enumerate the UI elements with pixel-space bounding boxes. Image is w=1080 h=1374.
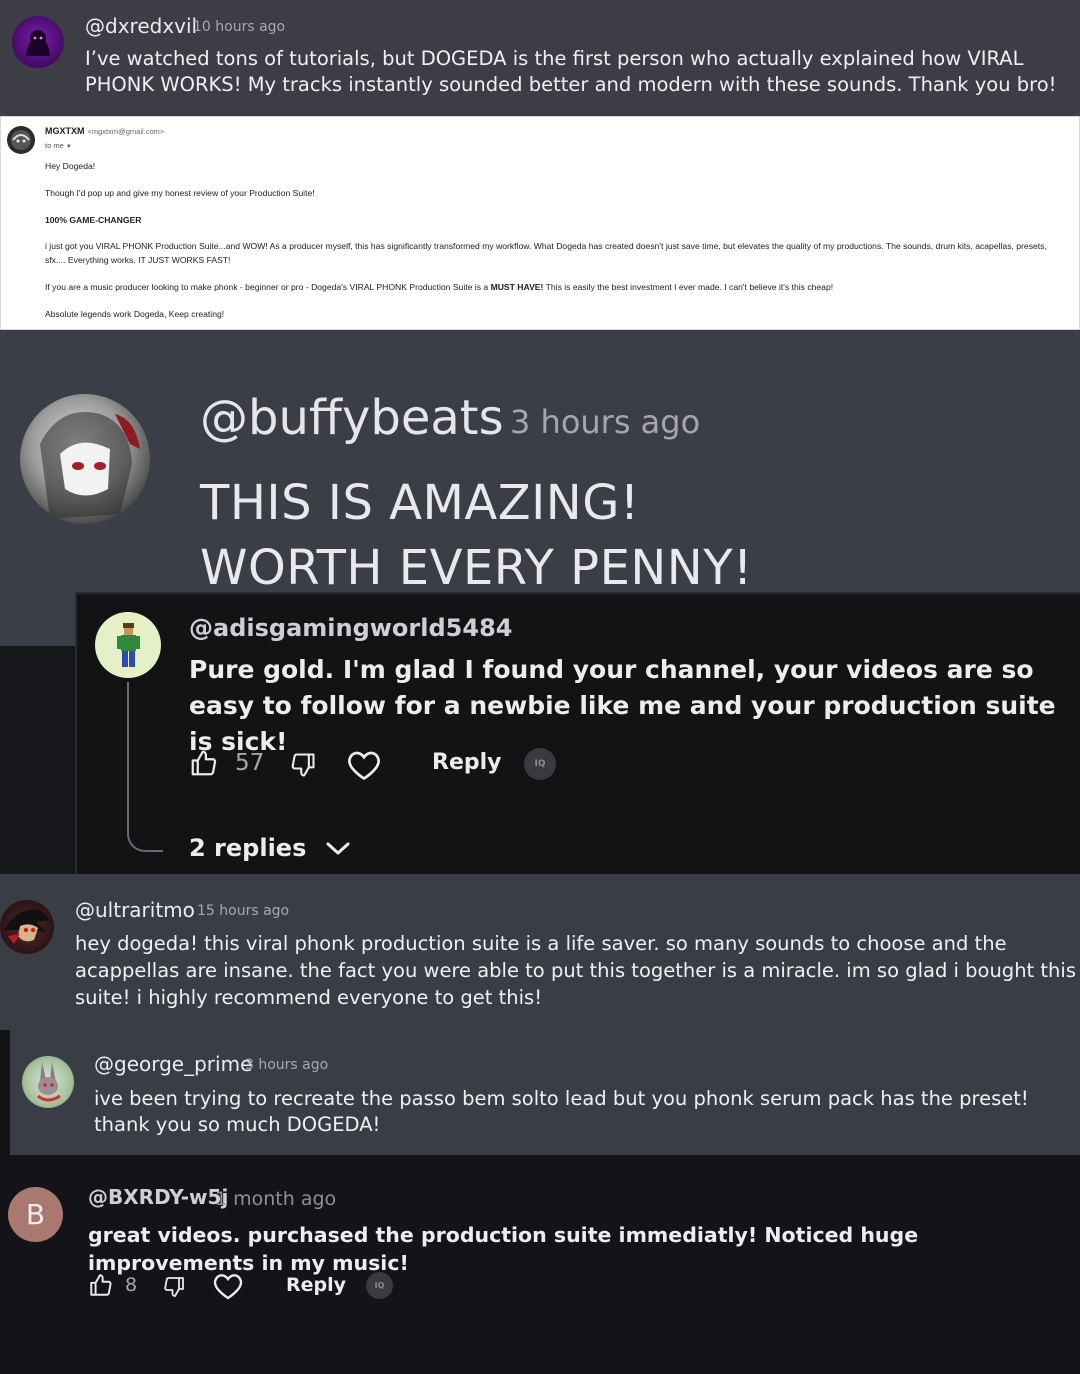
avatar[interactable] <box>95 612 161 678</box>
comment-handle[interactable]: @dxredxvil <box>85 14 197 38</box>
email-sender: MGXTXM <mgxtxm@gmail.com> <box>45 126 164 136</box>
chevron-down-icon[interactable]: ▼ <box>66 144 72 150</box>
comment-ultraritmo: @ultraritmo 15 hours ago hey dogeda! thi… <box>0 874 1080 1030</box>
comment-george-prime: @george_prime 3 hours ago ive been tryin… <box>10 1030 1080 1155</box>
channel-badge[interactable]: IQ <box>524 748 556 780</box>
email-greeting: Hey Dogeda! <box>45 161 96 171</box>
comment-time[interactable]: 3 hours ago <box>510 403 700 441</box>
para-text: This is easily the best investment I eve… <box>543 282 834 292</box>
comment-time[interactable]: 3 hours ago <box>245 1057 328 1073</box>
email-closing: Absolute legends work Dogeda, Keep creat… <box>45 309 225 319</box>
dislike-button[interactable] <box>289 750 317 780</box>
email-headline: 100% GAME-CHANGER <box>45 215 142 225</box>
comment-time[interactable]: 10 hours ago <box>193 19 285 35</box>
comment-text: Pure gold. I'm glad I found your channel… <box>189 655 1056 756</box>
replies-toggle[interactable]: 2 replies <box>189 834 352 862</box>
chevron-down-icon[interactable] <box>324 838 352 858</box>
channel-badge[interactable]: IQ <box>366 1272 393 1299</box>
comment-text: hey dogeda! this viral phonk production … <box>75 932 1076 1009</box>
avatar[interactable] <box>0 900 54 954</box>
comment-handle[interactable]: @george_prime <box>94 1052 252 1076</box>
comment-bxrdy: B @BXRDY-w5j 1 month ago great videos. p… <box>0 1155 1080 1374</box>
avatar[interactable] <box>22 1056 74 1108</box>
comment-line-1: THIS IS AMAZING! <box>200 475 640 531</box>
like-button[interactable] <box>88 1272 114 1298</box>
sender-name: MGXTXM <box>45 126 85 136</box>
avatar[interactable]: B <box>8 1187 63 1242</box>
like-button[interactable] <box>189 748 219 778</box>
email-intro: Though I'd pop up and give my honest rev… <box>45 188 315 198</box>
recipient-label: to me <box>45 141 64 150</box>
replies-label[interactable]: 2 replies <box>189 834 306 862</box>
comment-handle[interactable]: @BXRDY-w5j <box>88 1185 228 1209</box>
email-paragraph: i just got you VIRAL PHONK Production Su… <box>45 241 1047 265</box>
comment-handle[interactable]: @adisgamingworld5484 <box>189 614 512 642</box>
thumbs-up-icon[interactable] <box>88 1272 114 1298</box>
comment-dxredxvil: @dxredxvil 10 hours ago I’ve watched ton… <box>0 0 1080 116</box>
comment-handle[interactable]: @buffybeats <box>200 390 504 446</box>
thumbs-down-icon[interactable] <box>162 1274 186 1300</box>
avatar[interactable] <box>20 394 150 524</box>
sender-address: <mgxtxm@gmail.com> <box>87 127 165 136</box>
comment-text: ive been trying to recreate the passo be… <box>94 1087 1029 1136</box>
dislike-button[interactable] <box>162 1274 186 1300</box>
thumbs-down-icon[interactable] <box>289 750 317 780</box>
heart-icon[interactable] <box>346 748 382 782</box>
like-count: 57 <box>235 750 265 776</box>
thread-line <box>127 682 163 852</box>
thumbs-up-icon[interactable] <box>189 748 219 778</box>
para-text: If you are a music producer looking to m… <box>45 282 491 292</box>
reply-button[interactable]: Reply <box>286 1274 346 1296</box>
email-recipient[interactable]: to me ▼ <box>45 141 72 150</box>
heart-icon[interactable] <box>212 1271 244 1301</box>
comment-handle[interactable]: @ultraritmo <box>75 898 195 922</box>
comment-text: great videos. purchased the production s… <box>88 1223 919 1275</box>
reply-button[interactable]: Reply <box>432 750 502 775</box>
email-review: MGXTXM <mgxtxm@gmail.com> to me ▼ Hey Dog… <box>0 116 1080 330</box>
comment-text: I’ve watched tons of tutorials, but DOGE… <box>85 47 1057 96</box>
comment-time[interactable]: 1 month ago <box>215 1188 336 1210</box>
heart-button[interactable] <box>346 748 382 782</box>
email-paragraph-2: If you are a music producer looking to m… <box>45 280 1060 294</box>
comment-line-2: WORTH EVERY PENNY! <box>200 540 753 596</box>
avatar[interactable] <box>12 16 64 68</box>
sender-avatar <box>7 126 35 154</box>
heart-button[interactable] <box>212 1271 244 1301</box>
like-count: 8 <box>125 1274 138 1296</box>
comment-adisgamingworld: @adisgamingworld5484 Pure gold. I'm glad… <box>75 592 1080 874</box>
para-bold: MUST HAVE! <box>490 282 544 292</box>
comment-time[interactable]: 15 hours ago <box>197 903 289 919</box>
